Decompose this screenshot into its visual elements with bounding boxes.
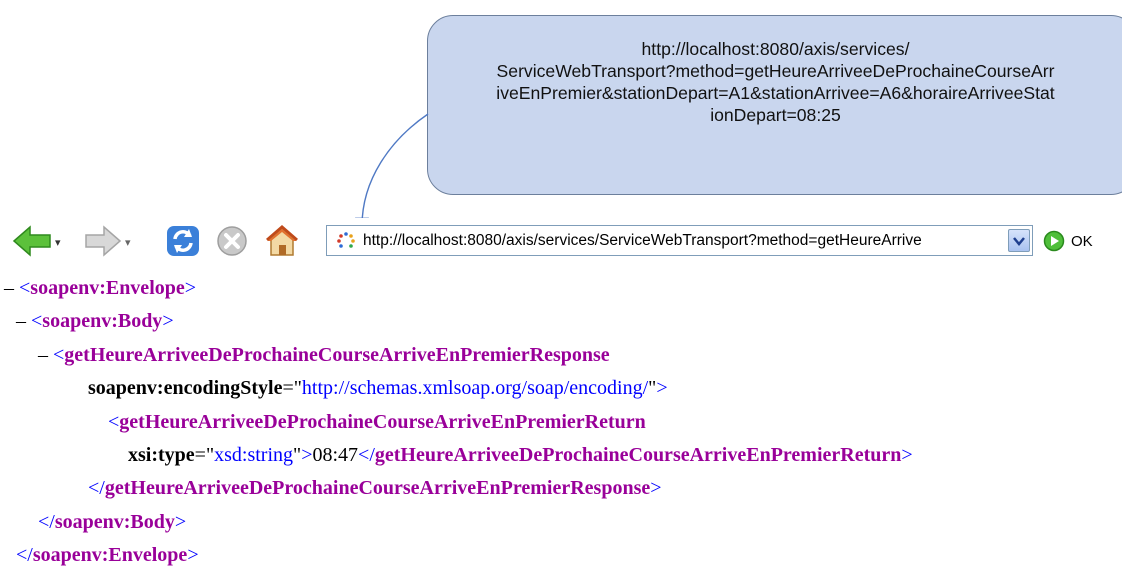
xml-line-return-value: xsi:type="xsd:string">08:47</getHeureArr… [128, 444, 913, 466]
body-tag: soapenv:Body [42, 310, 163, 332]
home-button[interactable] [262, 222, 302, 260]
xml-line-envelope-close: </soapenv:Envelope> [16, 544, 199, 566]
back-button[interactable]: ▾ [10, 222, 66, 260]
xml-line-response-close: </getHeureArriveeDeProchaineCourseArrive… [88, 477, 662, 499]
go-label: OK [1071, 232, 1093, 250]
back-arrow-icon: ▾ [12, 225, 61, 257]
callout-line-4: ionDepart=08:25 [710, 105, 841, 125]
url-callout: http://localhost:8080/axis/services/ Ser… [427, 15, 1122, 195]
address-bar[interactable]: http://localhost:8080/axis/services/Serv… [326, 225, 1033, 256]
callout-line-1: http://localhost:8080/axis/services/ [641, 39, 910, 59]
envelope-tag-close: soapenv:Envelope [32, 544, 188, 566]
browser-toolbar: ▾ ▾ http://localhost:8080/axis/services/… [0, 218, 1122, 264]
refresh-icon [167, 226, 199, 256]
encoding-attr-value: http://schemas.xmlsoap.org/soap/encoding… [301, 377, 649, 399]
forward-button[interactable]: ▾ [80, 222, 136, 260]
xml-line-body-close: </soapenv:Body> [38, 511, 187, 533]
response-tag: getHeureArriveeDeProchaineCourseArriveEn… [64, 344, 610, 366]
body-tag-close: soapenv:Body [54, 511, 175, 533]
encoding-attr-name: soapenv:encodingStyle [88, 377, 283, 399]
return-tag-close: getHeureArriveeDeProchaineCourseArriveEn… [374, 444, 902, 466]
svg-text:▾: ▾ [55, 236, 61, 249]
callout-line-2: ServiceWebTransport?method=getHeureArriv… [496, 61, 1055, 81]
envelope-tag: soapenv:Envelope [30, 277, 185, 299]
collapse-toggle[interactable]: – [38, 344, 48, 366]
stop-button[interactable] [214, 222, 250, 260]
collapse-toggle[interactable]: – [4, 277, 14, 299]
type-attr-value: xsd:string [214, 444, 294, 466]
callout-text: http://localhost:8080/axis/services/ Ser… [428, 38, 1122, 126]
stop-icon [217, 226, 247, 256]
home-icon [266, 225, 298, 256]
xml-line-envelope-open: – <soapenv:Envelope> [4, 277, 197, 299]
collapse-toggle[interactable]: – [16, 310, 26, 332]
chevron-down-icon [1013, 236, 1025, 246]
go-button[interactable]: OK [1043, 227, 1093, 255]
type-attr-name: xsi:type [128, 444, 195, 466]
xml-line-encoding-attr: soapenv:encodingStyle="http://schemas.xm… [88, 377, 668, 399]
xml-line-response-open: – <getHeureArriveeDeProchaineCourseArriv… [38, 344, 610, 366]
xml-line-return-open: <getHeureArriveeDeProchaineCourseArriveE… [108, 411, 646, 433]
xml-line-body-open: – <soapenv:Body> [16, 310, 174, 332]
page-loading-icon [337, 232, 355, 248]
response-tag-close: getHeureArriveeDeProchaineCourseArriveEn… [104, 477, 651, 499]
callout-line-3: iveEnPremier&stationDepart=A1&stationArr… [496, 83, 1055, 103]
svg-text:▾: ▾ [125, 236, 131, 249]
refresh-button[interactable] [163, 222, 203, 260]
address-dropdown-button[interactable] [1008, 229, 1030, 252]
go-arrow-icon [1043, 230, 1065, 252]
forward-arrow-icon: ▾ [85, 225, 131, 257]
return-tag: getHeureArriveeDeProchaineCourseArriveEn… [119, 411, 646, 433]
address-url[interactable]: http://localhost:8080/axis/services/Serv… [363, 232, 922, 250]
return-value: 08:47 [312, 444, 359, 466]
